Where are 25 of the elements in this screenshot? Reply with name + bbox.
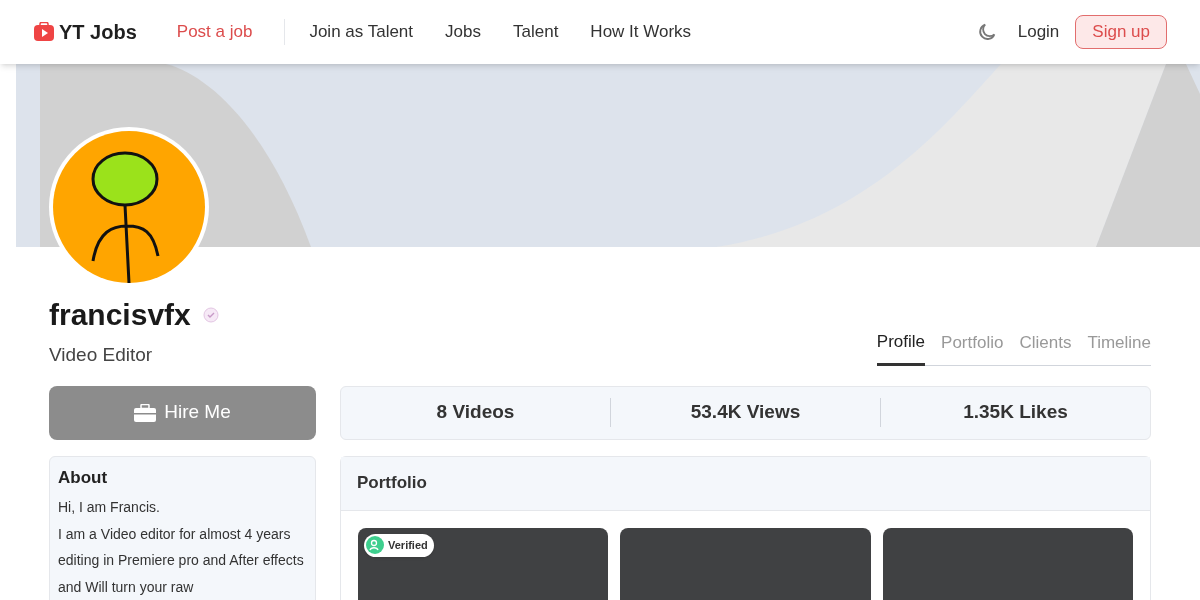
post-job-link[interactable]: Post a job <box>176 19 286 45</box>
role-text: Video Editor <box>49 343 154 367</box>
video-thumbnail[interactable]: Verified <box>358 527 609 600</box>
video-thumbnail[interactable] <box>620 527 871 600</box>
user-check-icon <box>366 536 384 554</box>
username: francisvfx <box>49 297 191 333</box>
stat-text: 8 Videos <box>436 400 515 425</box>
nav-link[interactable]: Jobs <box>445 19 481 45</box>
nav-link[interactable]: Talent <box>513 19 559 45</box>
logo-text[interactable]: YT Jobs <box>59 17 137 47</box>
logo-icon <box>33 22 55 42</box>
about-text: Hi, I am Francis. <box>58 498 161 517</box>
tab[interactable]: Profile <box>876 329 926 366</box>
nav-link[interactable]: How It Works <box>590 19 692 45</box>
stat-text: 1.35K Likes <box>963 400 1068 425</box>
signup-button[interactable]: Sign up <box>1075 15 1167 49</box>
about-title: About <box>58 466 109 489</box>
video-thumbnail[interactable] <box>882 527 1133 600</box>
login-link[interactable]: Login <box>1017 19 1060 45</box>
nav-link[interactable]: Join as Talent <box>309 19 414 45</box>
briefcase-icon <box>134 403 157 422</box>
about-text: I am a Video editor for almost 4 years editing in Premiere pro and After effects and Will turn your raw <box>58 524 305 597</box>
stat-text: 53.4K Views <box>690 400 801 425</box>
verified-badge: Verified <box>364 533 434 557</box>
portfolio-title: Portfolio <box>357 472 427 495</box>
